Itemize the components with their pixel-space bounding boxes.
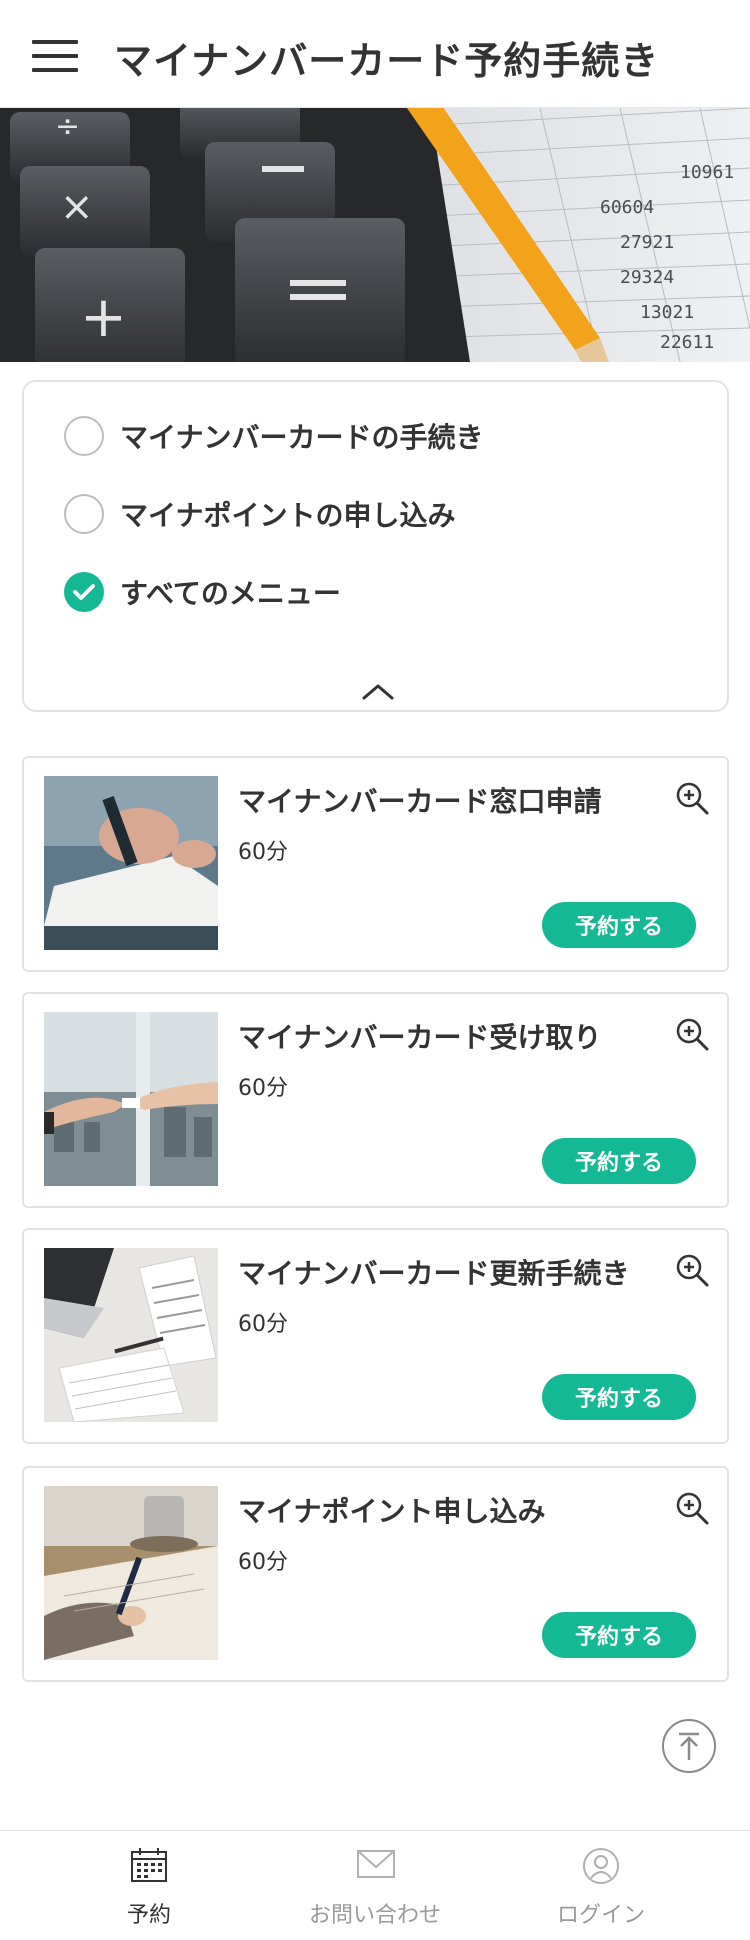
hamburger-menu-icon[interactable] (32, 40, 78, 72)
radio-unchecked-icon[interactable] (64, 416, 104, 456)
card-thumbnail-image (44, 776, 218, 950)
menu-title: マイナンバーカード更新手続き (238, 1257, 630, 1290)
menu-card[interactable]: マイナンバーカード受け取り 60分 予約する (22, 992, 729, 1208)
filter-option-all[interactable]: すべてのメニュー (64, 570, 341, 614)
calendar-icon (131, 1848, 167, 1882)
page-title: マイナンバーカード予約手続き (114, 39, 660, 83)
svg-text:60604: 60604 (600, 197, 654, 218)
tab-login[interactable]: ログイン (476, 1831, 726, 1940)
tab-reservation[interactable]: 予約 (24, 1831, 274, 1940)
svg-text:29324: 29324 (620, 267, 674, 288)
svg-text:27921: 27921 (620, 232, 674, 253)
reserve-button[interactable]: 予約する (542, 1612, 696, 1658)
card-thumbnail-image (44, 1012, 218, 1186)
zoom-in-icon[interactable] (674, 1016, 710, 1052)
tab-contact[interactable]: お問い合わせ (250, 1831, 500, 1940)
hero-image: × + ÷ 27921 29324 13021 22611 60604 10961 (0, 108, 750, 362)
filter-option-mynapoint[interactable]: マイナポイントの申し込み (64, 492, 455, 536)
menu-card[interactable]: マイナンバーカード窓口申請 60分 予約する (22, 756, 729, 972)
zoom-in-icon[interactable] (674, 1490, 710, 1526)
menu-duration: 60分 (238, 1550, 288, 1575)
menu-duration: 60分 (238, 840, 288, 865)
tab-label: ログイン (556, 1903, 645, 1928)
radio-checked-icon[interactable] (64, 572, 104, 612)
svg-text:22611: 22611 (660, 332, 714, 353)
svg-text:÷: ÷ (55, 109, 80, 144)
menu-title: マイナンバーカード受け取り (238, 1021, 602, 1054)
card-thumbnail-image (44, 1248, 218, 1422)
svg-text:×: × (60, 184, 94, 230)
zoom-in-icon[interactable] (674, 1252, 710, 1288)
user-icon (583, 1848, 619, 1884)
menu-duration: 60分 (238, 1076, 288, 1101)
filter-option-label: すべてのメニュー (120, 577, 341, 610)
menu-title: マイナポイント申し込み (238, 1495, 546, 1528)
tab-label: 予約 (126, 1903, 171, 1928)
tab-label: お問い合わせ (308, 1903, 441, 1928)
filter-option-label: マイナポイントの申し込み (120, 499, 456, 532)
menu-card[interactable]: マイナポイント申し込み 60分 予約する (22, 1466, 729, 1682)
chevron-up-icon[interactable] (358, 680, 398, 702)
svg-text:10961: 10961 (680, 162, 734, 183)
bottom-tab-bar: 予約 お問い合わせ ログイン (0, 1830, 750, 1940)
filter-option-mynumber[interactable]: マイナンバーカードの手続き (64, 414, 483, 458)
app-header: マイナンバーカード予約手続き (0, 0, 750, 108)
menu-filter-panel: マイナンバーカードの手続き マイナポイントの申し込み すべてのメニュー (22, 380, 729, 712)
card-thumbnail-image (44, 1486, 218, 1660)
zoom-in-icon[interactable] (674, 780, 710, 816)
menu-duration: 60分 (238, 1312, 288, 1337)
filter-option-label: マイナンバーカードの手続き (120, 421, 484, 454)
menu-title: マイナンバーカード窓口申請 (238, 785, 602, 818)
svg-text:13021: 13021 (640, 302, 694, 323)
reserve-button[interactable]: 予約する (542, 1374, 696, 1420)
reserve-button[interactable]: 予約する (542, 1138, 696, 1184)
radio-unchecked-icon[interactable] (64, 494, 104, 534)
menu-card[interactable]: マイナンバーカード更新手続き 60分 予約する (22, 1228, 729, 1444)
reserve-button[interactable]: 予約する (542, 902, 696, 948)
svg-text:+: + (80, 285, 127, 350)
mail-icon (357, 1850, 395, 1878)
scroll-to-top-icon[interactable] (661, 1718, 717, 1774)
